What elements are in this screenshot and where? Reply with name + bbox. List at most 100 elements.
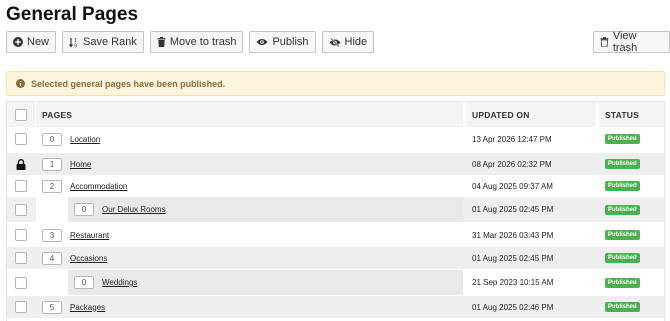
header-updated-on: UPDATED ON [466,102,596,127]
page-name-link[interactable]: Occasions [70,254,107,263]
rank-input[interactable]: 1 [42,157,62,171]
page-cell: 4 Occasions [36,247,463,269]
row-checkbox[interactable] [15,203,27,216]
table-row: 0 Our Delux Rooms 01 Aug 2025 02:45 PM Publ… [7,197,664,222]
svg-text:9: 9 [74,43,77,48]
eye-slash-icon [329,37,341,47]
save-rank-button-label: Save Rank [83,36,137,48]
save-rank-button[interactable]: 1 9 Save Rank [62,31,144,53]
updated-on-cell: 01 Aug 2025 02:46 PM [472,302,554,312]
header-pages: PAGES [36,102,463,127]
rank-input[interactable]: 5 [42,300,62,314]
table-row: 1 Home 08 Apr 2026 02:32 PM Published [7,153,664,175]
status-badge[interactable]: Published [605,181,640,191]
status-cell: Published [605,197,640,222]
status-cell: Published [605,153,640,175]
table-row: 5 Packages 01 Aug 2025 02:46 PM Published [7,296,664,318]
page-name-link[interactable]: Weddings [102,278,137,287]
rank-input[interactable]: 0 [74,203,94,216]
page-cell: 0 Our Delux Rooms [36,197,463,222]
move-to-trash-button-label: Move to trash [169,36,237,48]
row-checkbox[interactable] [15,276,27,289]
status-badge[interactable]: Published [605,134,640,144]
header-select-all-cell [7,102,35,127]
status-cell: Published [605,175,640,197]
publish-button-label: Publish [272,36,309,48]
select-cell [7,175,35,197]
view-trash-button[interactable]: View trash [593,30,670,54]
move-to-trash-button[interactable]: Move to trash [149,31,244,53]
header-status: STATUS [599,102,664,127]
view-trash-button-label: View trash [612,30,638,54]
toolbar: New 1 9 Save Rank Move to trash Publish … [6,31,375,53]
updated-on-cell: 04 Aug 2025 09:37 AM [472,181,553,191]
hide-button[interactable]: Hide [321,31,375,53]
table-row: 4 Occasions 01 Aug 2025 02:45 PM Published [7,247,664,269]
row-checkbox[interactable] [15,229,27,241]
info-icon [16,79,25,88]
status-badge[interactable]: Published [605,277,640,288]
table-row: 2 Accommodation 04 Aug 2025 09:37 AM Publis… [7,175,664,197]
table-row: 0 Location 13 Apr 2026 12:47 PM Published [7,128,664,150]
updated-on-cell: 21 Sep 2023 10:15 AM [472,278,554,287]
select-cell [7,128,35,150]
sort-numeric-icon: 1 9 [69,37,77,48]
updated-on-cell: 08 Apr 2026 02:32 PM [472,159,552,169]
select-cell [7,153,35,175]
select-all-checkbox[interactable] [15,108,27,121]
lock-icon [16,158,26,170]
row-checkbox[interactable] [15,252,27,264]
trash-icon [157,37,166,47]
rank-input[interactable]: 3 [42,228,62,242]
publish-alert: Selected general pages have been publish… [6,71,665,96]
rank-input[interactable]: 4 [42,251,62,265]
page-cell: 0 Weddings [36,270,463,295]
publish-button[interactable]: Publish [249,31,316,53]
rank-input[interactable]: 0 [42,132,62,146]
table-row: 3 Restaurant 31 Mar 2026 03:43 PM Published [7,224,664,246]
status-cell: Published [605,224,640,246]
status-badge[interactable]: Published [605,230,640,240]
status-cell: Published [605,296,640,318]
table-header: PAGES UPDATED ON STATUS [7,102,664,127]
rank-input[interactable]: 0 [74,276,94,289]
plus-circle-icon [13,37,23,47]
select-cell [7,224,35,246]
row-checkbox[interactable] [15,301,27,313]
select-cell [7,247,35,269]
updated-on-cell: 01 Aug 2025 02:45 PM [472,205,554,214]
page-name-link[interactable]: Packages [70,303,105,312]
page-name-link[interactable]: Accommodation [70,182,127,191]
new-button[interactable]: New [6,31,57,53]
page-cell: 3 Restaurant [36,224,463,246]
updated-on-cell: 31 Mar 2026 03:43 PM [472,230,554,240]
status-badge[interactable]: Published [605,204,640,215]
trash-icon [600,37,609,47]
eye-icon [256,39,268,45]
alert-message: Selected general pages have been publish… [31,78,226,89]
row-checkbox[interactable] [15,133,27,145]
status-cell: Published [605,128,640,150]
table-row: 0 Weddings 21 Sep 2023 10:15 AM Published [7,270,664,295]
select-cell [7,270,35,295]
pages-table: PAGES UPDATED ON STATUS 0 Location 13 Apr … [6,101,665,321]
select-cell [7,296,35,318]
status-badge[interactable]: Published [605,302,640,312]
page-name-link[interactable]: Our Delux Rooms [102,205,166,214]
select-cell [7,197,35,222]
updated-on-cell: 01 Aug 2025 02:45 PM [472,253,554,263]
page-name-link[interactable]: Home [70,160,91,169]
page-name-link[interactable]: Location [70,135,100,144]
row-checkbox[interactable] [15,180,27,192]
page-name-link[interactable]: Restaurant [70,231,109,240]
status-badge[interactable]: Published [605,159,640,169]
page-cell: 1 Home [36,153,463,175]
status-badge[interactable]: Published [605,253,640,263]
page-cell: 0 Location [36,128,463,150]
new-button-label: New [27,36,50,48]
status-cell: Published [605,270,640,295]
updated-on-cell: 13 Apr 2026 12:47 PM [472,134,552,144]
page-cell: 5 Packages [36,296,463,318]
hide-button-label: Hide [344,36,368,48]
rank-input[interactable]: 2 [42,179,62,193]
